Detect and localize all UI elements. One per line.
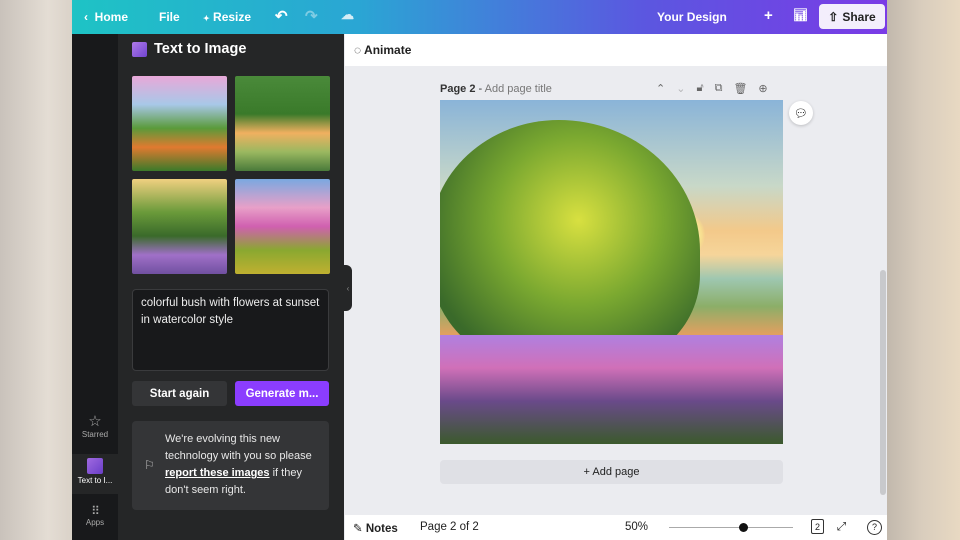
notes-icon: ✎	[353, 523, 363, 535]
canva-editor: ‹ Home File ✦ Resize ↶ ↷ ☁ Your Design +…	[72, 0, 887, 540]
file-menu[interactable]: File	[159, 10, 180, 24]
fullscreen-icon[interactable]: ⤢	[837, 521, 846, 534]
add-page-icon[interactable]: ⊕	[758, 82, 767, 95]
move-down-icon[interactable]: ⌄	[676, 82, 685, 95]
lock-icon[interactable]: 🔓︎	[696, 82, 703, 95]
help-icon[interactable]: ?	[867, 520, 882, 535]
design-page-image[interactable]	[440, 100, 783, 444]
apps-grid-icon: ⠿	[91, 504, 100, 518]
upload-icon: ⇧	[828, 9, 839, 24]
rail-item-apps[interactable]: ⠿ Apps	[72, 504, 118, 527]
zoom-level[interactable]: 50%	[625, 521, 648, 533]
generate-more-button[interactable]: Generate m...	[235, 381, 329, 406]
cloud-save-icon[interactable]: ☁	[341, 7, 354, 23]
page-header: Page 2 - Add page title	[440, 83, 552, 95]
chevron-left-icon: ‹	[346, 283, 350, 293]
lavender	[440, 335, 783, 444]
analytics-icon[interactable]: 📊︎	[793, 8, 808, 22]
animate-icon: ◌	[354, 43, 362, 57]
resize-button[interactable]: ✦ Resize	[203, 10, 251, 24]
star-icon: ☆	[88, 413, 102, 430]
generated-image-3[interactable]	[132, 179, 227, 274]
collapse-panel-handle[interactable]: ‹	[344, 265, 352, 311]
tree	[440, 120, 700, 370]
trash-icon[interactable]: 🗑︎	[733, 82, 747, 95]
top-bar: ‹ Home File ✦ Resize ↶ ↷ ☁ Your Design +…	[72, 0, 887, 34]
report-images-link[interactable]: report these images	[165, 467, 270, 479]
side-rail: ☆ Starred Text to I... ⠿ Apps	[72, 34, 118, 540]
bottom-bar: ✎ Notes Page 2 of 2 50% 2 ⤢ ?	[345, 515, 887, 540]
page-indicator: Page 2 of 2	[420, 521, 479, 533]
start-again-button[interactable]: Start again	[132, 381, 227, 406]
design-title[interactable]: Your Design	[657, 10, 727, 24]
page-grid-button[interactable]: 2	[811, 519, 824, 534]
generated-image-1[interactable]	[132, 76, 227, 171]
generated-image-2[interactable]	[235, 76, 330, 171]
redo-icon[interactable]: ↷	[305, 7, 318, 25]
add-page-button[interactable]: + Add page	[440, 460, 783, 484]
notes-button[interactable]: ✎ Notes	[353, 521, 398, 535]
generated-image-4[interactable]	[235, 179, 330, 274]
vertical-scrollbar[interactable]	[880, 270, 886, 495]
flag-icon: ⚐	[144, 458, 155, 472]
duplicate-icon[interactable]: ⧉	[715, 82, 723, 95]
home-button[interactable]: ‹ Home	[84, 10, 128, 24]
page-title-input[interactable]: Add page title	[485, 83, 552, 95]
animate-button[interactable]: ◌ Animate	[354, 43, 411, 57]
zoom-slider-thumb[interactable]	[739, 523, 749, 532]
feedback-notice: ⚐ We're evolving this new technology wit…	[132, 421, 329, 510]
comment-icon: 💬︎	[794, 107, 808, 120]
undo-icon[interactable]: ↶	[275, 7, 288, 25]
comment-button[interactable]: 💬︎	[789, 101, 813, 125]
plus-icon[interactable]: +	[764, 7, 773, 24]
rail-item-starred[interactable]: ☆ Starred	[72, 412, 118, 439]
text-to-image-panel: Text to Image colorful bush with flowers…	[118, 34, 344, 540]
move-up-icon[interactable]: ⌃	[656, 82, 665, 95]
panel-title: Text to Image	[154, 41, 247, 57]
chevron-left-icon: ‹	[84, 10, 88, 24]
share-button[interactable]: ⇧ Share	[819, 4, 885, 29]
zoom-slider[interactable]	[669, 523, 793, 532]
text-to-image-icon	[87, 458, 103, 474]
editor-toolbar: ◌ Animate	[345, 34, 887, 66]
crown-icon: ✦	[203, 14, 210, 23]
text-to-image-icon	[132, 41, 147, 57]
prompt-textarea[interactable]: colorful bush with flowers at sunset in …	[132, 289, 329, 371]
rail-item-text-to-image[interactable]: Text to I...	[72, 454, 118, 494]
